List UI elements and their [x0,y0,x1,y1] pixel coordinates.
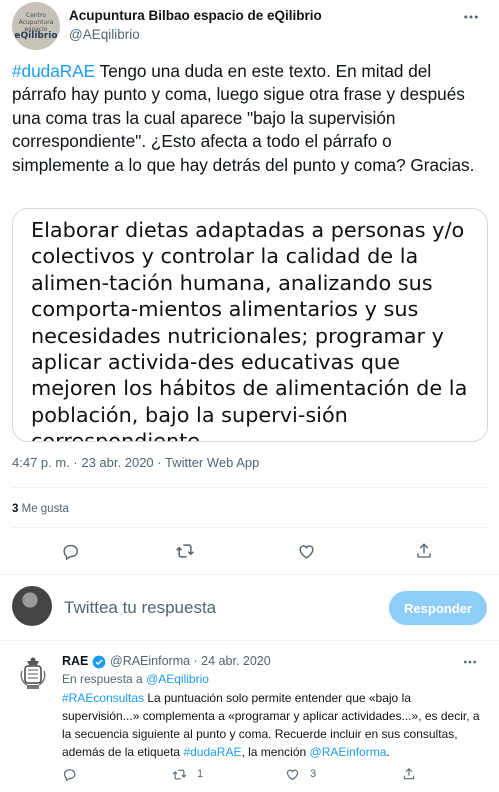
avatar-text-1: Centro [25,12,47,19]
divider [0,640,499,641]
share-icon[interactable] [413,540,435,562]
author-name[interactable]: Acupuntura Bilbao espacio de eQilibrio [69,8,322,23]
like-icon[interactable] [295,540,317,562]
hashtag-link[interactable]: #dudaRAE [12,61,95,81]
reply-button[interactable]: Responder [389,591,487,625]
reply-author-name[interactable]: RAE [62,654,88,668]
media-image[interactable]: Elaborar dietas adaptadas a personas y/o… [12,208,488,442]
hashtag-link[interactable]: #dudaRAE [183,745,241,759]
reply-body-2: , la mención [241,745,310,759]
hashtag-link[interactable]: #RAEconsultas [62,691,144,705]
avatar-text-2: Acupuntura [18,19,54,26]
replying-to: En respuesta a @AEqilibrio [62,672,209,686]
tweet-timestamp[interactable]: 4:47 p. m. · 23 abr. 2020 · Twitter Web … [12,455,259,470]
more-icon[interactable] [462,8,480,31]
reply-body-3: . [386,745,390,759]
reply-icon[interactable] [59,540,81,562]
author-handle[interactable]: @AEqilibrio [69,27,140,42]
share-icon[interactable] [402,766,416,782]
likes-count: 3 [12,503,19,515]
verified-icon [92,655,106,669]
like-icon[interactable]: 3 [285,766,316,782]
likes-label: Me gusta [21,503,69,515]
replying-prefix: En respuesta a [62,672,147,686]
reply-text: #RAEconsultas La puntuación solo permite… [62,689,480,761]
mention-link[interactable]: @RAEinforma [310,745,387,759]
retweet-icon[interactable] [174,540,196,562]
reply-author-handle[interactable]: @RAEinforma · 24 abr. 2020 [110,654,271,668]
user-avatar[interactable] [12,586,52,626]
likes-summary[interactable]: 3 Me gusta [12,503,69,515]
rae-avatar[interactable] [14,653,52,693]
retweet-icon[interactable]: 1 [172,766,203,782]
media-image-text: Elaborar dietas adaptadas a personas y/o… [31,218,468,442]
retweet-count: 1 [197,768,204,780]
divider [12,487,487,488]
tweet-text: #dudaRAE Tengo una duda en este texto. E… [12,60,487,177]
divider [12,527,487,528]
like-count: 3 [310,768,317,780]
tweet-actions [0,531,499,571]
author-avatar[interactable]: Centro Acupuntura espacio eQilibrio [12,2,60,50]
reply-input[interactable]: Twittea tu respuesta [64,598,216,618]
more-icon[interactable] [462,654,478,673]
replying-handle-link[interactable]: @AEqilibrio [146,672,209,686]
avatar-text-4: eQilibrio [14,31,58,41]
reply-icon[interactable] [62,766,77,782]
divider [0,574,499,575]
reply-actions: 1 3 [0,762,499,786]
